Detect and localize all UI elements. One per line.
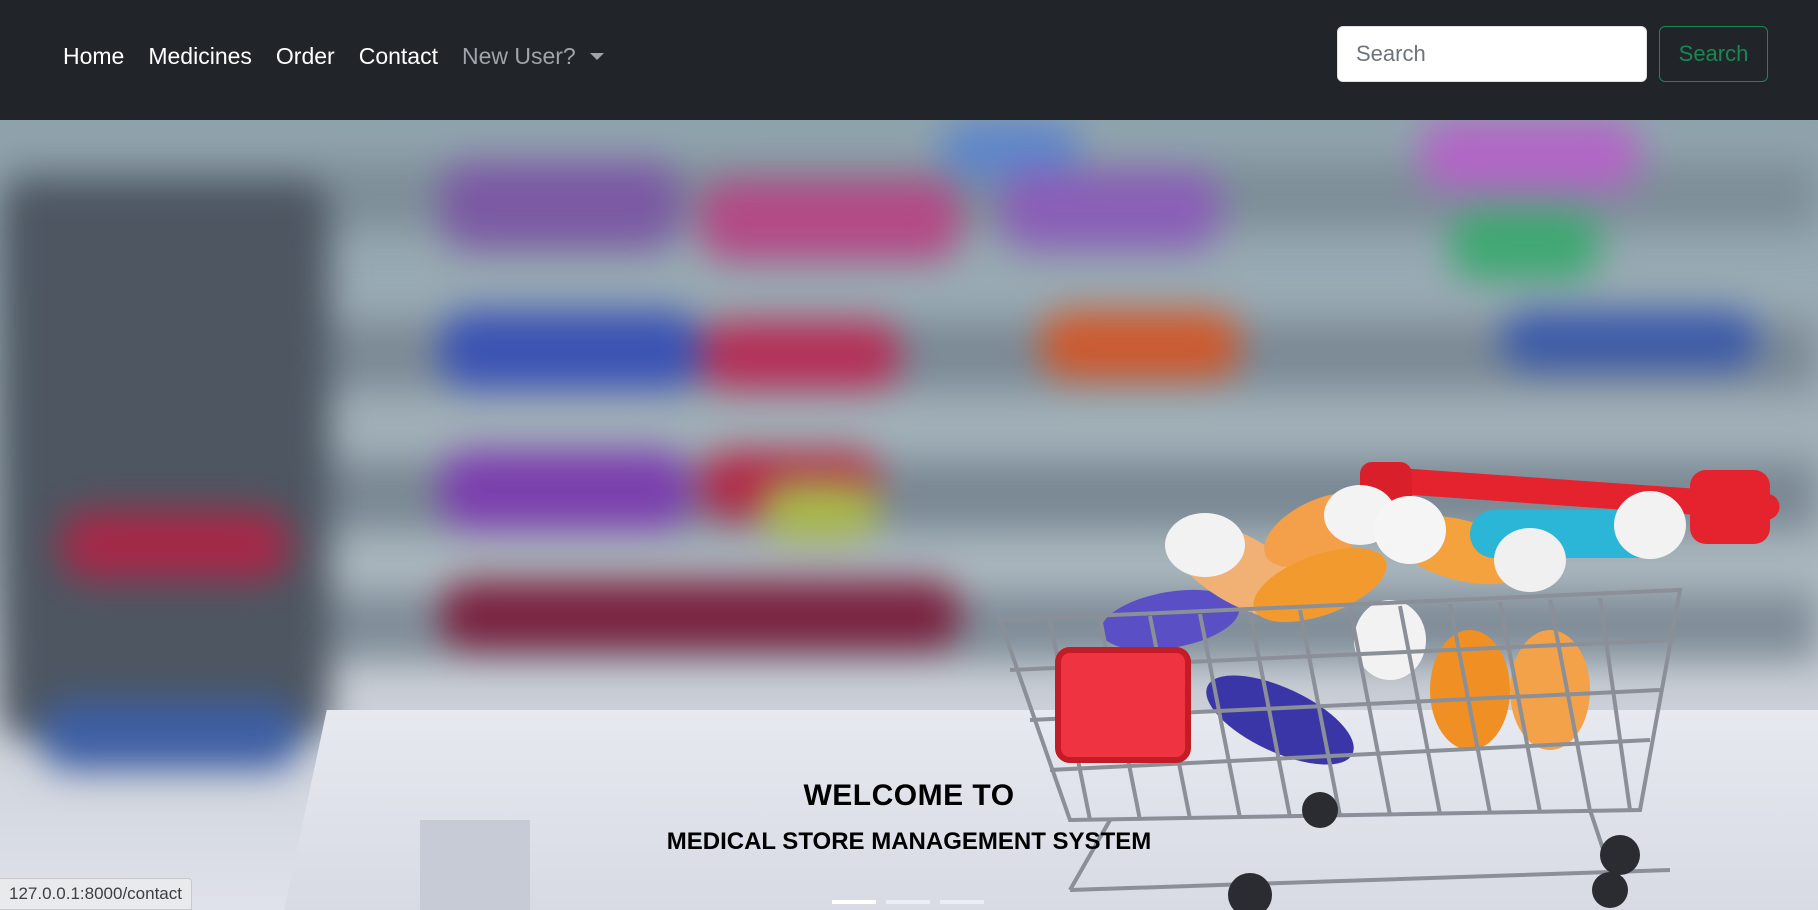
new-user-dropdown-label: New User? [461, 43, 576, 69]
nav-links: Home Medicines Order Contact New User? [63, 38, 616, 74]
status-bar-url: 127.0.0.1:8000/contact [0, 878, 192, 910]
hero-carousel: WELCOME TO MEDICAL STORE MANAGEMENT SYST… [0, 120, 1818, 910]
carousel-indicators [832, 900, 984, 904]
search-input[interactable] [1337, 26, 1647, 82]
nav-link-order[interactable]: Order [264, 38, 347, 74]
carousel-indicator-2[interactable] [886, 900, 930, 904]
carousel-indicator-1[interactable] [832, 900, 876, 904]
carousel-indicator-3[interactable] [940, 900, 984, 904]
caret-down-icon [589, 52, 604, 60]
nav-link-medicines[interactable]: Medicines [136, 38, 264, 74]
hero-title: WELCOME TO [803, 779, 1015, 812]
hero-subtitle: MEDICAL STORE MANAGEMENT SYSTEM [666, 828, 1152, 855]
nav-link-contact[interactable]: Contact [347, 38, 450, 74]
new-user-dropdown[interactable]: New User? [450, 38, 616, 74]
hero-caption: WELCOME TO MEDICAL STORE MANAGEMENT SYST… [0, 775, 1818, 859]
top-navbar: Home Medicines Order Contact New User? S… [0, 0, 1818, 120]
nav-link-home[interactable]: Home [63, 38, 136, 74]
search-button[interactable]: Search [1659, 26, 1768, 82]
